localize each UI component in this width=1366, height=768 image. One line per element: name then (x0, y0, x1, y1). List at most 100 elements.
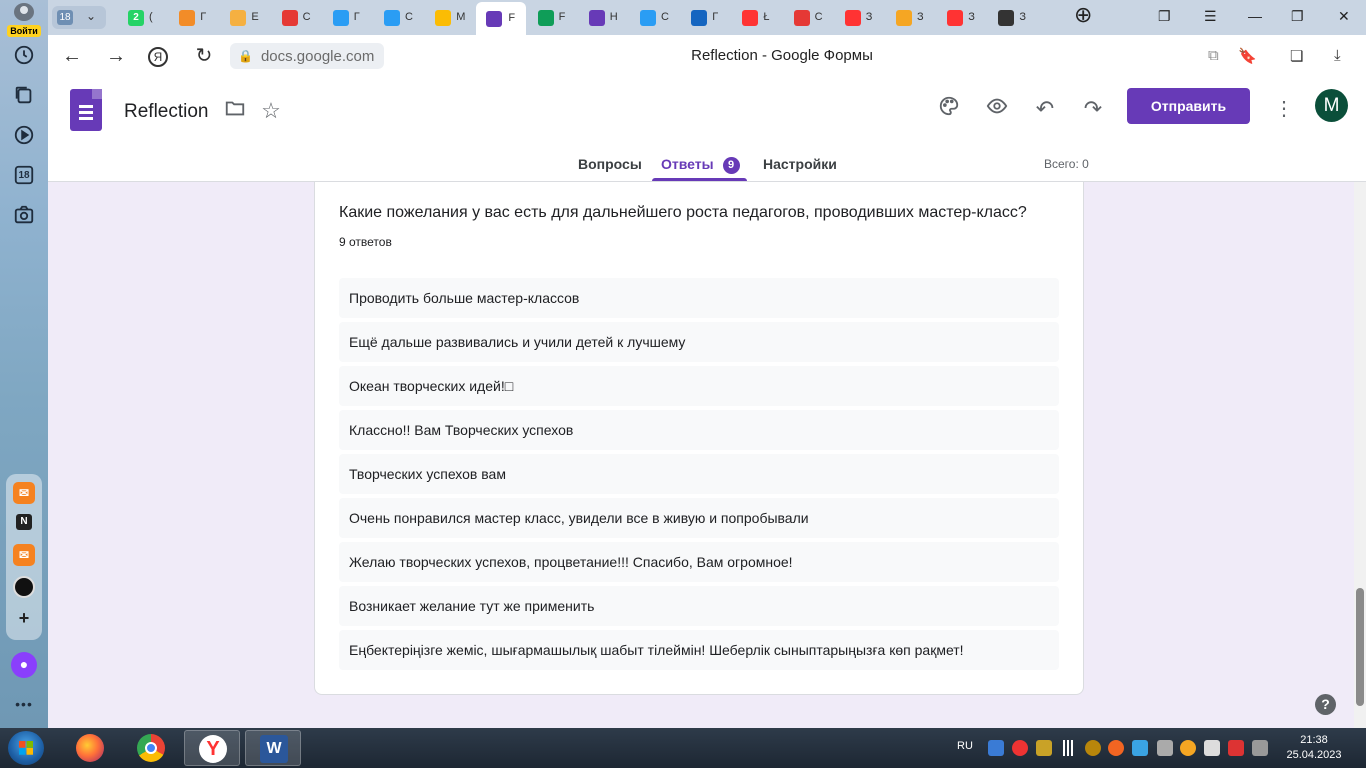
play-icon[interactable] (12, 124, 36, 148)
tab-group-button[interactable]: 18 ⌄ (52, 6, 106, 29)
network-tray-icon[interactable] (988, 740, 1004, 756)
back-arrow-icon[interactable]: ← (60, 45, 84, 69)
eye-icon[interactable] (983, 95, 1011, 123)
battery-tray-icon[interactable] (1252, 740, 1268, 756)
volume-tray-icon[interactable] (1204, 740, 1220, 756)
form-title[interactable]: Reflection (124, 101, 209, 123)
tab-responses[interactable]: Ответы 9 (661, 156, 740, 174)
active-tab-indicator (652, 178, 747, 181)
browser-tab[interactable]: С (792, 5, 826, 31)
firefox-taskbar-button[interactable] (62, 730, 118, 766)
clock[interactable]: 21:38 25.04.2023 (1286, 733, 1342, 763)
browser-tab[interactable]: С (280, 5, 314, 31)
yandex-tray-icon[interactable] (1012, 740, 1028, 756)
cat-icon (230, 10, 247, 26)
account-avatar[interactable]: M (1315, 89, 1348, 122)
browser-tab[interactable]: Н (587, 5, 621, 31)
language-indicator[interactable]: RU (957, 740, 973, 752)
browser-tab[interactable]: Г (689, 5, 723, 31)
scrollbar-thumb[interactable] (1356, 588, 1364, 706)
music-app-icon[interactable] (13, 576, 35, 598)
browser-tab[interactable]: Ł (740, 5, 774, 31)
drive-icon (435, 10, 452, 26)
mail-app-icon-2[interactable]: ✉ (13, 544, 35, 566)
alice-icon[interactable]: ● (11, 652, 37, 678)
settings-tray-icon[interactable] (1085, 740, 1101, 756)
extensions-icon[interactable]: ❏ (1290, 47, 1303, 65)
browser-tab[interactable]: С (382, 5, 416, 31)
redo-icon[interactable]: ↷ (1079, 95, 1107, 123)
answer-item: Желаю творческих успехов, процветание!!!… (339, 542, 1059, 582)
word-taskbar-button[interactable]: W (245, 730, 301, 766)
close-button[interactable]: ✕ (1338, 8, 1350, 25)
browser-tab[interactable]: E (228, 5, 262, 31)
minimize-button[interactable]: — (1248, 8, 1262, 24)
ok-tray-icon[interactable] (1108, 740, 1124, 756)
browser-tab[interactable]: 2( (126, 5, 160, 31)
answer-item: Еңбектеріңізге жеміс, шығармашылық шабыт… (339, 630, 1059, 670)
tab-questions[interactable]: Вопросы (578, 156, 642, 172)
response-count: 9 ответов (339, 235, 392, 249)
browser-tab[interactable]: F (536, 5, 570, 31)
restore-button[interactable]: ❐ (1291, 8, 1304, 25)
flag-tray-icon[interactable] (1036, 740, 1052, 756)
browser-tab[interactable]: З (945, 5, 979, 31)
star-icon[interactable]: ☆ (257, 97, 285, 125)
whatsapp-icon: 2 (128, 10, 144, 26)
url-field[interactable]: 🔒 docs.google.com (230, 43, 385, 69)
undo-icon[interactable]: ↶ (1031, 95, 1059, 123)
google-forms-logo[interactable] (70, 89, 102, 131)
start-button[interactable] (8, 731, 44, 765)
bookmark-icon[interactable]: 🔖 (1238, 47, 1257, 65)
browser-tab-title: F (558, 11, 566, 23)
chrome-taskbar-button[interactable] (123, 730, 179, 766)
browser-tab-title: Г (353, 11, 360, 23)
question-title: Какие пожелания у вас есть для дальнейше… (339, 204, 1027, 221)
more-icon[interactable]: ••• (12, 692, 36, 716)
shield-tray-icon[interactable] (1228, 740, 1244, 756)
signal-tray-icon[interactable] (1060, 740, 1076, 756)
browser-tab[interactable]: F (476, 2, 527, 35)
history-icon[interactable] (12, 44, 36, 68)
url-text: docs.google.com (260, 47, 375, 65)
sun-tray-icon[interactable] (1180, 740, 1196, 756)
calendar-icon[interactable]: 18 (12, 164, 36, 188)
notion-icon[interactable]: N (16, 514, 32, 530)
new-tab-button[interactable]: ⊕ (1074, 2, 1092, 28)
yandex-taskbar-button[interactable]: Y (184, 730, 240, 766)
sheets-icon (537, 10, 554, 26)
reload-icon[interactable]: ↻ (192, 45, 216, 69)
yandex-logo-icon[interactable]: Я (148, 47, 168, 67)
browser-tab[interactable]: Г (177, 5, 211, 31)
lock-icon: 🔒 (238, 49, 253, 63)
total-points: Всего: 0 (1044, 157, 1089, 171)
reader-icon[interactable]: ⧉ (1208, 47, 1219, 64)
browser-tab[interactable]: З (894, 5, 928, 31)
browser-tab-title: З (865, 11, 873, 23)
collections-icon[interactable] (12, 84, 36, 108)
add-app-icon[interactable]: + (13, 608, 35, 630)
folder-icon[interactable] (221, 97, 249, 125)
vertical-scrollbar[interactable] (1354, 182, 1366, 728)
browser-tab[interactable]: З (996, 5, 1030, 31)
tabs-view-icon[interactable]: ❐ (1158, 8, 1171, 25)
help-icon[interactable]: ? (1315, 694, 1336, 715)
browser-tab[interactable]: М (433, 5, 467, 31)
forward-arrow-icon[interactable]: → (104, 45, 128, 69)
profile-button[interactable]: Войти (6, 3, 42, 37)
browser-tab[interactable]: Г (331, 5, 365, 31)
display-tray-icon[interactable] (1157, 740, 1173, 756)
screenshot-icon[interactable] (12, 204, 36, 228)
menu-icon[interactable]: ☰ (1204, 8, 1217, 25)
mail-app-icon[interactable]: ✉ (13, 482, 35, 504)
pin-tray-icon[interactable] (1132, 740, 1148, 756)
palette-icon[interactable] (935, 95, 963, 123)
tab-settings[interactable]: Настройки (763, 156, 837, 172)
c-icon (332, 10, 349, 26)
browser-tab[interactable]: С (638, 5, 672, 31)
send-button[interactable]: Отправить (1127, 88, 1250, 124)
word-icon: W (260, 735, 288, 763)
downloads-icon[interactable]: ⤓ (1334, 47, 1341, 64)
more-vert-icon[interactable]: ⋮ (1270, 95, 1298, 123)
browser-tab[interactable]: З (843, 5, 877, 31)
